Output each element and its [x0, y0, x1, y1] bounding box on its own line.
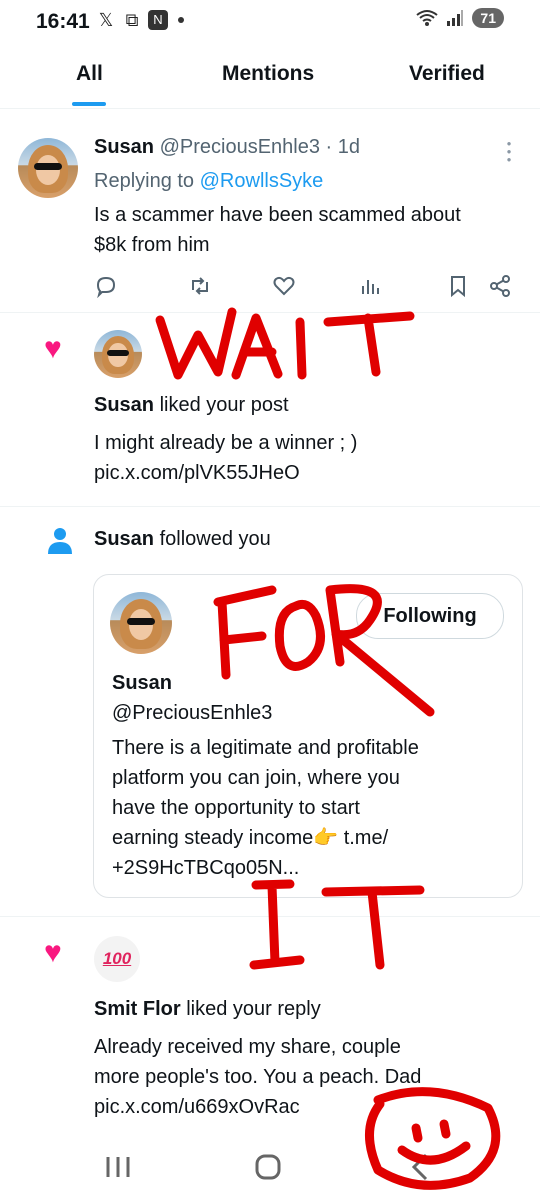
reply-icon[interactable] — [94, 274, 118, 298]
replying-to-line: Replying to @RowllsSyke — [94, 166, 323, 196]
signal-icon — [447, 10, 464, 26]
divider — [0, 916, 540, 917]
hundred-points-avatar[interactable]: 100 — [94, 936, 140, 982]
status-right: 71 — [416, 8, 504, 28]
like-icon[interactable] — [272, 274, 296, 298]
like-action-text: liked your reply — [186, 998, 321, 1020]
avatar[interactable] — [110, 592, 172, 654]
liked-post-text: I might already be a winner ; ) — [94, 432, 358, 454]
card-name[interactable]: Susan — [112, 668, 172, 698]
wifi-icon — [416, 10, 439, 26]
author-name[interactable]: Susan — [94, 136, 154, 158]
screenshot-icon: ⧉ — [125, 10, 139, 30]
avatar[interactable] — [18, 138, 78, 198]
recent-apps-icon[interactable] — [98, 1147, 138, 1187]
bio-line: There is a legitimate and profitable — [112, 737, 419, 759]
bio-line: earning steady income👉 t.me/ — [112, 827, 389, 849]
like-summary: Susan liked your post — [94, 390, 289, 420]
follower-name[interactable]: Susan — [94, 528, 154, 550]
liker-name[interactable]: Smit Flor — [94, 998, 181, 1020]
status-bar: 16:41 𝕏 ⧉ N 71 — [0, 0, 540, 44]
reply-text-line: more people's too. You a peach. Dad — [94, 1066, 422, 1088]
retweet-icon[interactable] — [188, 274, 212, 298]
more-options-icon[interactable]: ● ● ● — [506, 140, 512, 164]
replying-to-handle[interactable]: @RowllsSyke — [200, 170, 324, 192]
bookmark-icon[interactable] — [446, 274, 470, 298]
share-icon[interactable] — [488, 274, 512, 298]
n-app-icon: N — [148, 10, 168, 30]
follow-summary: Susan followed you — [94, 524, 271, 554]
more-notifications-icon — [178, 17, 184, 23]
post-age: · 1d — [325, 136, 361, 158]
divider — [0, 506, 540, 507]
bio-line: have the opportunity to start — [112, 797, 360, 819]
x-app-icon: 𝕏 — [98, 10, 114, 30]
media-link[interactable]: pic.x.com/plVK55JHeO — [94, 458, 300, 488]
card-bio: There is a legitimate and profitable pla… — [112, 733, 419, 883]
card-handle[interactable]: @PreciousEnhle3 — [112, 698, 272, 728]
tab-all[interactable]: All — [76, 62, 103, 86]
active-tab-indicator — [72, 102, 106, 106]
liked-reply-text: Already received my share, couple more p… — [94, 1032, 421, 1092]
like-action-text: liked your post — [159, 394, 289, 416]
battery-indicator: 71 — [472, 8, 504, 28]
liker-name[interactable]: Susan — [94, 394, 154, 416]
avatar[interactable] — [94, 330, 142, 378]
bio-line: +2S9HcTBCqo05N... — [112, 857, 300, 879]
person-icon — [48, 528, 72, 554]
notification-icons: 𝕏 ⧉ N — [96, 10, 184, 30]
reply-text-line: Already received my share, couple — [94, 1036, 401, 1058]
follow-action-text: followed you — [159, 528, 271, 550]
notification-tabs: All Mentions Verified — [0, 52, 540, 109]
annotation-wait — [155, 307, 415, 380]
tab-verified[interactable]: Verified — [409, 62, 485, 86]
views-icon[interactable] — [358, 274, 382, 298]
post-header: Susan @PreciousEnhle3 · 1d — [94, 136, 360, 159]
post-text-line: Is a scammer have been scammed about — [94, 204, 461, 226]
media-link[interactable]: pic.x.com/u669xOvRac — [94, 1092, 300, 1122]
heart-icon: ♥ — [44, 936, 62, 969]
back-icon[interactable] — [400, 1147, 440, 1187]
tab-mentions[interactable]: Mentions — [222, 62, 314, 86]
system-nav-bar — [0, 1135, 540, 1199]
replying-label: Replying to — [94, 170, 195, 192]
divider — [0, 312, 540, 313]
following-button[interactable]: Following — [356, 593, 504, 639]
home-icon[interactable] — [248, 1147, 288, 1187]
author-handle[interactable]: @PreciousEnhle3 — [160, 136, 320, 158]
like-summary: Smit Flor liked your reply — [94, 994, 321, 1024]
heart-icon: ♥ — [44, 332, 62, 365]
bio-line: platform you can join, where you — [112, 767, 400, 789]
post-text: Is a scammer have been scammed about $8k… — [94, 200, 461, 260]
status-time: 16:41 — [36, 10, 90, 33]
post-text-line: $8k from him — [94, 234, 210, 256]
